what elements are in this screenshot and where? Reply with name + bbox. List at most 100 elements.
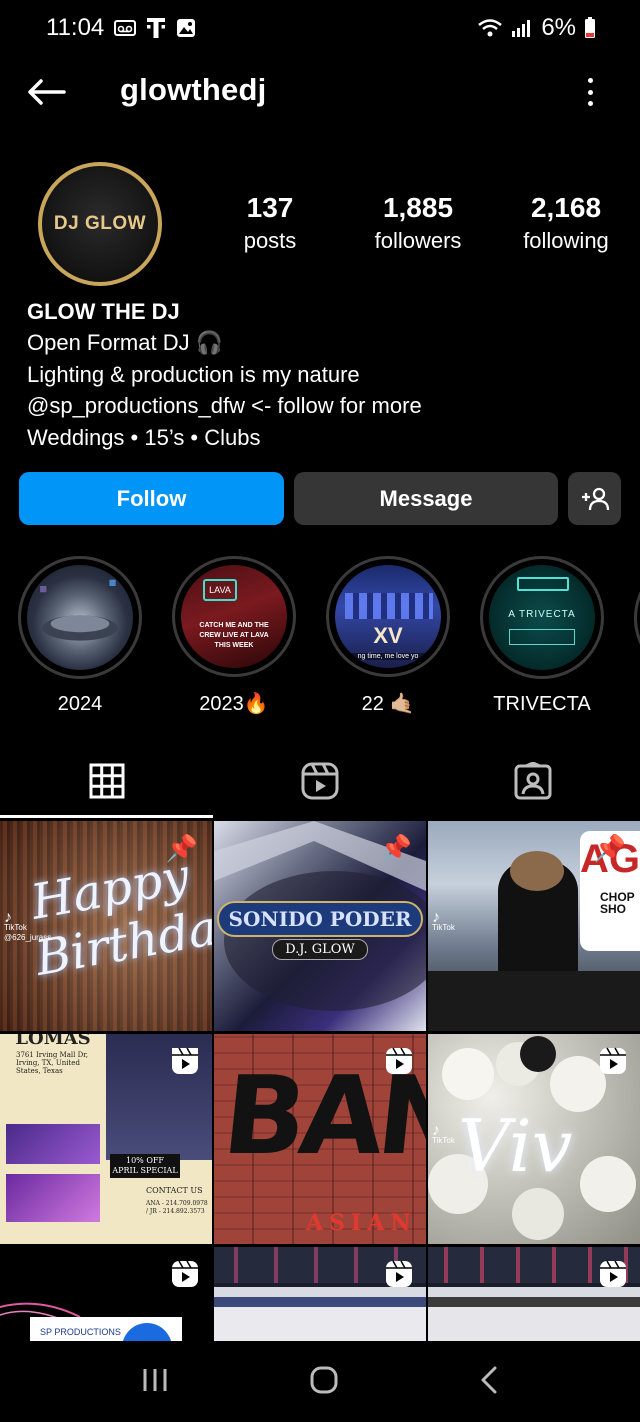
- tab-reels[interactable]: [213, 744, 426, 818]
- contact-lines: ANA - 214.709.0978 / JR - 214.892.3573: [146, 1200, 208, 1215]
- reel-icon: [172, 1260, 198, 1287]
- post-thumbnail[interactable]: LOMAS 3761 Irving Mall Dr, Irving, TX, U…: [0, 1034, 212, 1244]
- dot: [587, 101, 593, 106]
- stat-followers[interactable]: 1,885 followers: [344, 192, 492, 254]
- add-person-icon: [581, 487, 609, 510]
- reels-icon: [301, 762, 339, 800]
- followers-count: 1,885: [382, 192, 454, 223]
- highlight-partial[interactable]: [634, 556, 640, 716]
- follow-button[interactable]: Follow: [19, 472, 284, 525]
- post-thumbnail[interactable]: [214, 1247, 426, 1341]
- venue-address: 3761 Irving Mall Dr, Irving, TX, United …: [16, 1051, 89, 1075]
- tiktok-watermark: ♪ TikTok @626_jurass: [4, 909, 52, 943]
- highlight-cover: LAVA CATCH ME AND THE CREW LIVE AT LAVA …: [181, 565, 287, 668]
- pinned-icon: 📌: [379, 833, 412, 863]
- profile-actions: Follow Message: [19, 472, 621, 525]
- reel-icon: [172, 1047, 198, 1074]
- highlight-2023[interactable]: LAVA CATCH ME AND THE CREW LIVE AT LAVA …: [172, 556, 296, 716]
- recent-apps-button[interactable]: [140, 1366, 170, 1399]
- profile-avatar[interactable]: DJ GLOW: [38, 162, 162, 286]
- voicemail-icon: [114, 19, 137, 37]
- status-right: 6%: [477, 14, 596, 42]
- post-thumbnail[interactable]: Happy Birthday ♪ TikTok @626_jurass 📌: [0, 821, 212, 1031]
- posts-grid: Happy Birthday ♪ TikTok @626_jurass 📌 SONI…: [0, 821, 640, 1341]
- gallery-icon: [176, 18, 196, 38]
- wifi-icon: [477, 18, 503, 38]
- tab-posts-grid[interactable]: [0, 744, 214, 818]
- post-thumbnail[interactable]: SP PRODUCTIONS: [0, 1247, 212, 1341]
- recents-icon: [143, 1368, 167, 1391]
- highlight-caption: ng time, me love yo: [335, 653, 441, 660]
- highlight-cover: XV ng time, me love yo: [335, 565, 441, 668]
- home-button[interactable]: [309, 1365, 339, 1400]
- message-button[interactable]: Message: [294, 472, 558, 525]
- sonido-poder-logo: SONIDO PODER: [216, 901, 424, 937]
- lava-logo: LAVA: [203, 579, 237, 601]
- highlight-ring: LAVA CATCH ME AND THE CREW LIVE AT LAVA …: [172, 556, 296, 677]
- highlight-caption: THIS WEEK: [214, 642, 254, 649]
- tagged-icon: [514, 762, 552, 800]
- home-icon: [310, 1366, 338, 1393]
- promo-label: 10% OFF APRIL SPECIAL: [110, 1154, 180, 1178]
- highlight-cover: [27, 565, 133, 670]
- avatar-logo-text: DJ GLOW: [53, 213, 147, 234]
- post-thumbnail[interactable]: [428, 1247, 640, 1341]
- post-thumbnail[interactable]: Viv ♪ TikTok: [428, 1034, 640, 1244]
- dot: [587, 78, 593, 83]
- tab-tagged[interactable]: [427, 744, 640, 818]
- dot: [587, 89, 593, 95]
- more-options-button[interactable]: [576, 74, 604, 110]
- stat-posts[interactable]: 137 posts: [196, 192, 344, 254]
- reel-icon: [386, 1047, 412, 1074]
- sp-productions-label: SP PRODUCTIONS: [40, 1327, 121, 1337]
- bio-line: Lighting & production is my nature: [27, 361, 360, 387]
- profile-stats: 137 posts 1,885 followers 2,168 followin…: [196, 192, 640, 254]
- highlight-caption: XV: [373, 623, 403, 648]
- stat-following[interactable]: 2,168 following: [492, 192, 640, 254]
- posts-label: posts: [243, 228, 297, 253]
- highlight-label: 22 🤙🏼: [361, 693, 415, 715]
- highlight-label: 2024: [57, 693, 103, 715]
- neon-sign-text: Viv: [458, 1104, 573, 1188]
- bio-display-name: GLOW THE DJ: [27, 299, 180, 324]
- system-navigation-bar: [0, 1342, 640, 1422]
- back-arrow-icon: [28, 79, 66, 105]
- reel-icon: [600, 1260, 626, 1287]
- story-highlights: 2024 LAVA CATCH ME AND THE CREW LIVE AT …: [18, 556, 640, 716]
- grid-icon: [89, 763, 125, 799]
- reel-icon: [386, 1260, 412, 1287]
- post-thumbnail[interactable]: SONIDO PODER D.J. GLOW 📌: [214, 821, 426, 1031]
- post-thumbnail[interactable]: BAN ASIAN: [214, 1034, 426, 1244]
- system-back-button[interactable]: [478, 1365, 500, 1400]
- profile-tabs: [0, 744, 640, 818]
- highlight-22[interactable]: XV ng time, me love yo 22 🤙🏼: [326, 556, 450, 716]
- back-button[interactable]: [24, 72, 68, 112]
- pinned-icon: 📌: [593, 833, 626, 863]
- battery-percent: 6%: [541, 14, 576, 41]
- post-thumbnail[interactable]: AG CHOP SHO ♪ TikTok 📌: [428, 821, 640, 1031]
- highlight-label: 2023🔥: [199, 693, 269, 715]
- status-bar: 11:04 6%: [0, 0, 640, 56]
- suggested-users-button[interactable]: [568, 472, 621, 525]
- signal-icon: [511, 18, 533, 38]
- highlight-2024[interactable]: 2024: [18, 556, 142, 716]
- tiktok-watermark: ♪ TikTok: [432, 909, 455, 933]
- highlight-trivecta[interactable]: A TRIVECTA TRIVECTA: [480, 556, 604, 716]
- sign-text: CHOP SHO: [600, 890, 635, 916]
- highlight-ring: [18, 556, 142, 679]
- dj-glow-label: D.J. GLOW: [272, 939, 368, 960]
- following-label: following: [523, 228, 609, 253]
- battery-low-icon: [584, 17, 596, 39]
- profile-bio: GLOW THE DJ Open Format DJ 🎧 Lighting & …: [27, 296, 617, 453]
- highlight-ring: A TRIVECTA: [480, 556, 604, 679]
- highlight-ring: XV ng time, me love yo: [326, 556, 450, 677]
- bio-line: Open Format DJ 🎧: [27, 330, 224, 355]
- highlight-label: TRIVECTA: [493, 693, 591, 715]
- profile-header: glowthedj: [0, 60, 640, 124]
- bio-line: Weddings • 15’s • Clubs: [27, 424, 261, 450]
- reel-icon: [600, 1047, 626, 1074]
- carrier-t-icon: [146, 17, 166, 39]
- status-time: 11:04: [46, 14, 105, 41]
- highlight-ring: [634, 556, 640, 680]
- bio-mention-link[interactable]: @sp_productions_dfw <- follow for more: [27, 390, 617, 422]
